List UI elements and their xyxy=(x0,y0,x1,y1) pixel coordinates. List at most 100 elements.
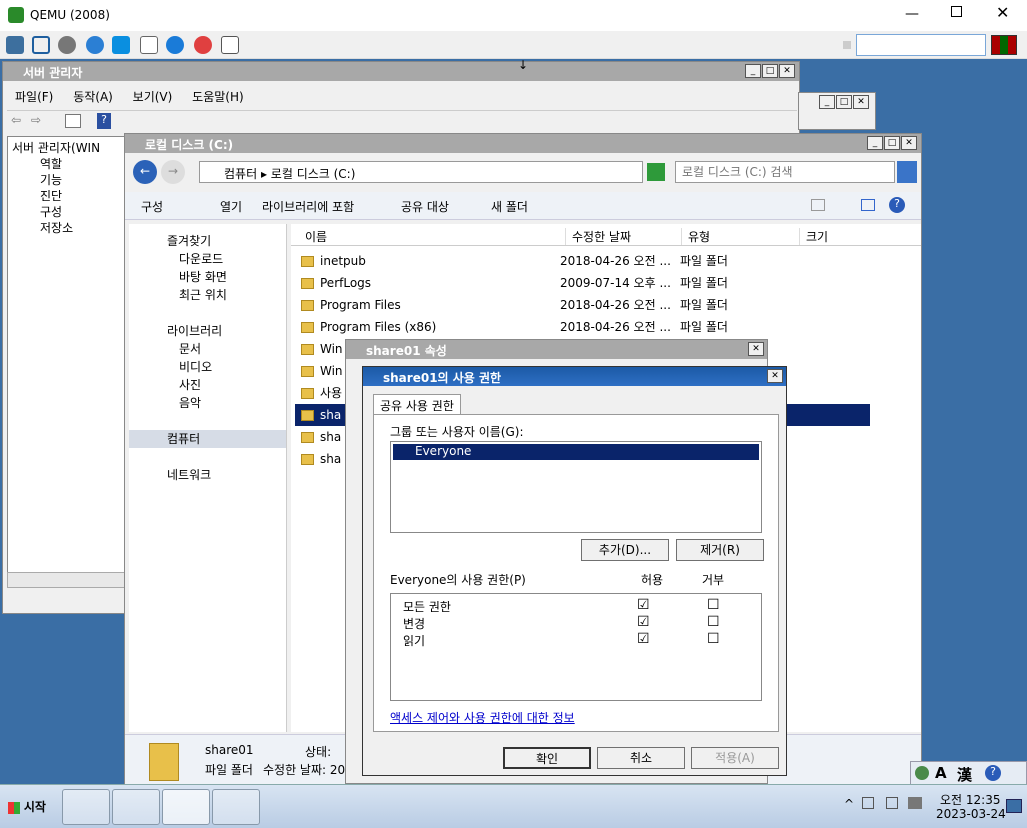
color-swatch-icon[interactable] xyxy=(991,35,1017,55)
add-button[interactable]: 추가(D)... xyxy=(581,539,669,561)
menu-file[interactable]: 파일(F) xyxy=(15,90,53,104)
taskbar-explorer[interactable] xyxy=(162,789,210,825)
tree-item-features[interactable]: 기능 xyxy=(12,171,120,187)
bg-minimize-button[interactable]: _ xyxy=(819,95,835,109)
sm-hscrollbar[interactable] xyxy=(7,572,125,588)
screenshot-icon[interactable] xyxy=(221,36,239,54)
tree-root[interactable]: 서버 관리자(WIN xyxy=(12,139,120,155)
apply-button[interactable]: 적용(A) xyxy=(691,747,779,769)
search-icon[interactable] xyxy=(897,161,917,183)
nav-computer[interactable]: 컴퓨터 xyxy=(129,430,286,448)
menu-action[interactable]: 동작(A) xyxy=(73,90,113,104)
info-icon[interactable] xyxy=(166,36,184,54)
sm-maximize-button[interactable]: □ xyxy=(762,64,778,78)
back-icon[interactable]: ⇦ xyxy=(11,113,21,127)
tab-share-permissions[interactable]: 공유 사용 권한 xyxy=(373,394,461,414)
address-bar[interactable]: 컴퓨터 ▸ 로컬 디스크 (C:) xyxy=(199,161,643,183)
column-size[interactable]: 크기 xyxy=(799,228,828,245)
forward-icon[interactable]: ⇨ xyxy=(31,113,41,127)
allow-full-control-checkbox[interactable]: ☑ xyxy=(637,598,650,612)
ime-tool-icon[interactable] xyxy=(915,766,929,780)
preview-pane-icon[interactable] xyxy=(861,199,875,211)
menu-help[interactable]: 도움말(H) xyxy=(192,90,244,104)
help-icon[interactable]: ? xyxy=(97,113,111,129)
fullscreen-icon[interactable] xyxy=(32,36,50,54)
flag-icon[interactable] xyxy=(862,797,874,809)
tree-item-configuration[interactable]: 구성 xyxy=(12,203,120,219)
permissions-help-link[interactable]: 액세스 제어와 사용 권한에 대한 정보 xyxy=(390,709,575,726)
list-item[interactable]: PerfLogs 2009-07-14 오후 ... 파일 폴더 xyxy=(301,272,881,294)
nav-network[interactable]: 네트워크 xyxy=(147,466,286,484)
properties-close-button[interactable]: ✕ xyxy=(748,342,764,356)
show-desktop-icon[interactable] xyxy=(1006,799,1022,813)
nav-desktop[interactable]: 바탕 화면 xyxy=(147,268,286,286)
list-item[interactable]: Program Files (x86) 2018-04-26 오전 ... 파일 폴… xyxy=(301,316,881,338)
include-in-library-button[interactable]: 라이브러리에 포함 xyxy=(262,198,354,215)
search-input[interactable] xyxy=(675,161,895,183)
column-date[interactable]: 수정한 날짜 xyxy=(565,228,631,245)
console-icon[interactable] xyxy=(65,114,81,128)
deny-full-control-checkbox[interactable]: ☐ xyxy=(707,598,720,612)
usb-icon[interactable] xyxy=(140,36,158,54)
taskbar-server-manager[interactable] xyxy=(62,789,110,825)
ex-close-button[interactable]: ✕ xyxy=(901,136,917,150)
column-type[interactable]: 유형 xyxy=(681,228,710,245)
nav-downloads[interactable]: 다운로드 xyxy=(147,250,286,268)
start-button[interactable]: 시작 xyxy=(2,795,52,819)
taskbar-control-panel[interactable] xyxy=(212,789,260,825)
breadcrumb-computer[interactable]: 컴퓨터 xyxy=(224,167,257,181)
ex-minimize-button[interactable]: _ xyxy=(867,136,883,150)
view-options-icon[interactable] xyxy=(811,199,825,211)
nav-favorites[interactable]: 즐겨찾기 xyxy=(147,232,286,250)
tree-item-diagnostics[interactable]: 진단 xyxy=(12,187,120,203)
deny-read-checkbox[interactable]: ☐ xyxy=(707,632,720,646)
nav-videos[interactable]: 비디오 xyxy=(147,358,286,376)
menu-view[interactable]: 보기(V) xyxy=(133,90,173,104)
cancel-button[interactable]: 취소 xyxy=(597,747,685,769)
open-button[interactable]: 열기 xyxy=(220,198,242,215)
tray-expand-icon[interactable]: ^ xyxy=(844,797,854,811)
share-with-button[interactable]: 공유 대상 xyxy=(401,198,449,215)
ex-maximize-button[interactable]: □ xyxy=(884,136,900,150)
list-item[interactable]: inetpub 2018-04-26 오전 ... 파일 폴더 xyxy=(301,250,881,272)
refresh-icon[interactable] xyxy=(647,163,665,181)
user-list-item-selected[interactable]: Everyone xyxy=(393,444,759,460)
ime-alpha[interactable]: A xyxy=(935,764,947,782)
refresh-icon[interactable] xyxy=(86,36,104,54)
tree-item-storage[interactable]: 저장소 xyxy=(12,219,120,235)
nav-music[interactable]: 음악 xyxy=(147,394,286,412)
windows-icon[interactable] xyxy=(112,36,130,54)
taskbar-powershell[interactable] xyxy=(112,789,160,825)
user-list[interactable]: Everyone xyxy=(390,441,762,533)
nav-recent[interactable]: 최근 위치 xyxy=(147,286,286,304)
organize-button[interactable]: 구성 xyxy=(141,198,163,215)
allow-read-checkbox[interactable]: ☑ xyxy=(637,632,650,646)
host-search-input[interactable] xyxy=(856,34,986,56)
allow-change-checkbox[interactable]: ☑ xyxy=(637,615,650,629)
stop-icon[interactable] xyxy=(194,36,212,54)
back-button[interactable]: ← xyxy=(133,160,157,184)
gear-icon[interactable] xyxy=(58,36,76,54)
bg-close-button[interactable]: ✕ xyxy=(853,95,869,109)
breadcrumb-local-disk[interactable]: 로컬 디스크 (C:) xyxy=(271,167,356,181)
nav-libraries[interactable]: 라이브러리 xyxy=(147,322,286,340)
list-item[interactable]: Program Files 2018-04-26 오전 ... 파일 폴더 xyxy=(301,294,881,316)
clock-date[interactable]: 2023-03-24 xyxy=(936,807,1006,821)
network-icon[interactable] xyxy=(886,797,898,809)
close-button[interactable]: ✕ xyxy=(996,3,1009,22)
maximize-button[interactable] xyxy=(951,6,962,17)
clock-time[interactable]: 오전 12:35 xyxy=(940,791,1000,808)
ime-hanja[interactable]: 漢 xyxy=(957,764,972,785)
deny-change-checkbox[interactable]: ☐ xyxy=(707,615,720,629)
permissions-close-button[interactable]: ✕ xyxy=(767,369,783,383)
sm-minimize-button[interactable]: _ xyxy=(745,64,761,78)
nav-documents[interactable]: 문서 xyxy=(147,340,286,358)
help-icon[interactable]: ? xyxy=(889,197,905,213)
tree-item-roles[interactable]: 역할 xyxy=(12,155,120,171)
bg-maximize-button[interactable]: □ xyxy=(836,95,852,109)
new-folder-button[interactable]: 새 폴더 xyxy=(491,198,528,215)
help-icon[interactable]: ? xyxy=(985,765,1001,781)
remove-button[interactable]: 제거(R) xyxy=(676,539,764,561)
nav-pictures[interactable]: 사진 xyxy=(147,376,286,394)
forward-button[interactable]: → xyxy=(161,160,185,184)
